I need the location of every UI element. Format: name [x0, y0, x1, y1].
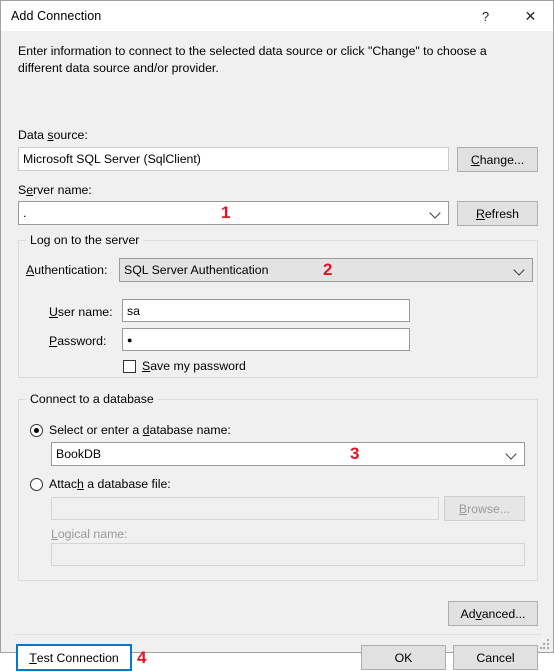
database-name-combo[interactable]: BookDB: [51, 442, 525, 466]
test-connection-button[interactable]: Test Connection: [16, 644, 132, 671]
logical-name-field: [51, 543, 525, 566]
chevron-down-icon: [515, 265, 525, 275]
save-password-label: Save my password: [142, 359, 246, 373]
dialog-body: Enter information to connect to the sele…: [1, 31, 553, 671]
password-label: Password:: [49, 334, 107, 348]
logon-group-legend: Log on to the server: [26, 233, 144, 247]
checkbox-icon: [123, 359, 136, 373]
logical-name-label: Logical name:: [51, 527, 128, 541]
annotation-1: 1: [221, 203, 231, 222]
title-bar-buttons: ? ✕: [463, 1, 553, 31]
advanced-button[interactable]: Ad v anced...: [448, 601, 538, 626]
username-label: User name:: [49, 305, 113, 319]
close-icon[interactable]: ✕: [508, 1, 553, 31]
radio-icon: [30, 423, 43, 437]
footer-divider: [14, 634, 542, 635]
select-database-label: Select or enter a database name:: [49, 423, 231, 437]
select-database-radio[interactable]: Select or enter a database name:: [30, 423, 231, 437]
server-name-label: Server name:: [18, 183, 92, 197]
annotation-4: 4: [137, 648, 147, 667]
username-value: sa: [127, 303, 140, 318]
authentication-value: SQL Server Authentication: [124, 263, 269, 277]
attach-database-radio[interactable]: Attach a database file:: [30, 477, 171, 491]
chevron-down-icon: [507, 449, 517, 459]
chevron-down-icon: [431, 208, 441, 218]
username-field[interactable]: sa: [122, 299, 410, 322]
help-icon[interactable]: ?: [463, 1, 508, 31]
database-group-legend: Connect to a database: [26, 392, 158, 406]
ok-button[interactable]: OK: [361, 645, 446, 670]
cancel-button[interactable]: Cancel: [453, 645, 538, 670]
refresh-button[interactable]: Refresh: [457, 201, 538, 226]
authentication-label: Authentication:: [26, 263, 108, 277]
add-connection-dialog: Add Connection ? ✕ Enter information to …: [0, 0, 554, 671]
data-source-value: Microsoft SQL Server (SqlClient): [23, 152, 201, 166]
window-title: Add Connection: [11, 9, 102, 23]
password-field[interactable]: ●: [122, 328, 410, 351]
server-name-value: .: [23, 206, 27, 220]
dialog-description: Enter information to connect to the sele…: [18, 44, 487, 75]
data-source-field: Microsoft SQL Server (SqlClient): [18, 147, 449, 171]
data-source-label: Data source:: [18, 128, 88, 142]
annotation-3: 3: [350, 444, 360, 463]
annotation-2: 2: [323, 260, 333, 279]
title-bar: Add Connection ? ✕: [1, 1, 553, 31]
change-button[interactable]: Change...: [457, 147, 538, 172]
browse-button: Browse...: [444, 496, 525, 521]
attach-database-label: Attach a database file:: [49, 477, 171, 491]
radio-icon: [30, 477, 43, 491]
server-name-combo[interactable]: .: [18, 201, 449, 225]
attach-database-file-field: [51, 497, 439, 520]
resize-grip[interactable]: [540, 639, 550, 649]
database-name-value: BookDB: [56, 447, 102, 461]
password-value: ●: [127, 334, 133, 345]
save-password-checkbox[interactable]: Save my password: [123, 359, 246, 373]
